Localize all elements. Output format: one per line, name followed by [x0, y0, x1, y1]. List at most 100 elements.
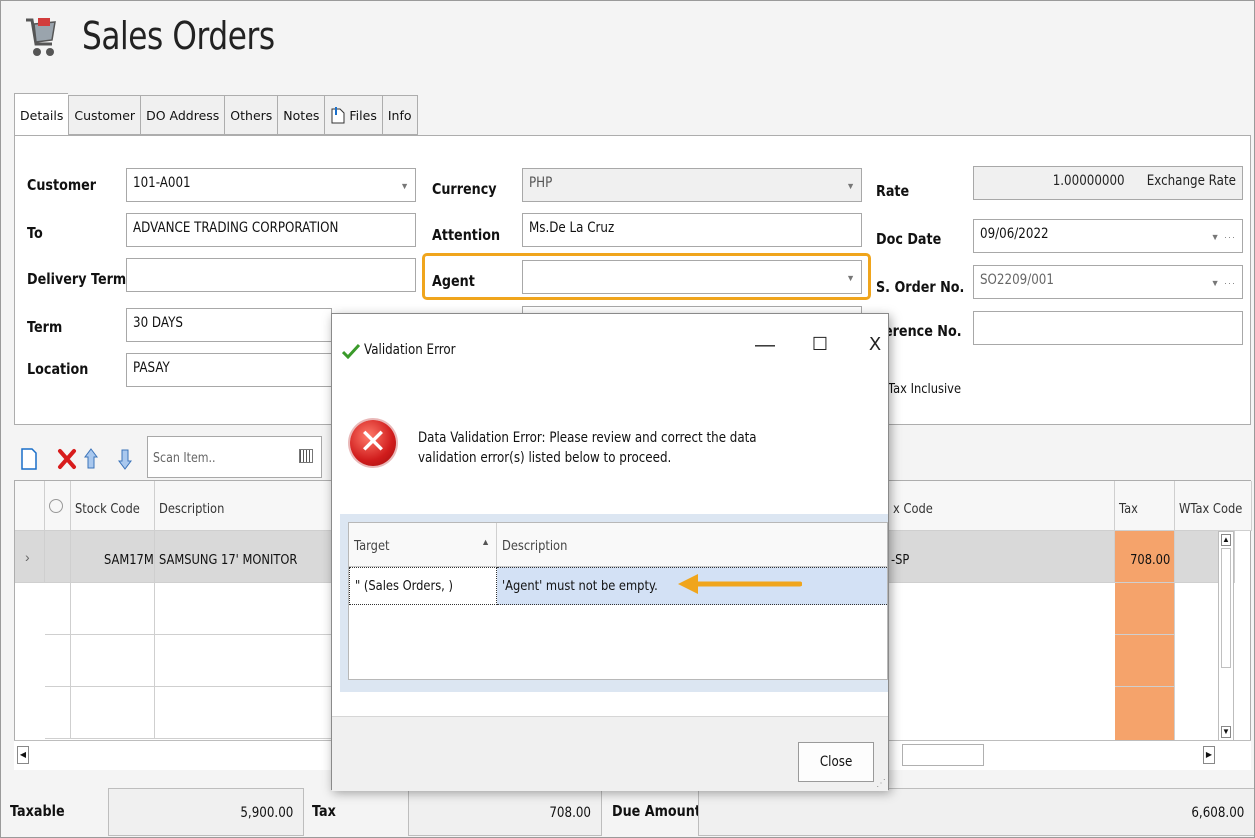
- scroll-right-icon[interactable]: ▶: [1203, 746, 1215, 764]
- to-field[interactable]: ADVANCE TRADING CORPORATION: [126, 213, 416, 247]
- table-row: [1115, 635, 1175, 687]
- scroll-up-icon[interactable]: ▲: [1221, 534, 1231, 546]
- arrow-left-icon: [678, 574, 802, 594]
- term-label: Term: [27, 318, 63, 336]
- table-row-stock-code[interactable]: SAM17MNT: [71, 531, 155, 583]
- attach-file-icon: [331, 107, 345, 124]
- scroll-down-icon[interactable]: ▼: [1221, 726, 1231, 738]
- so-number-field[interactable]: SO2209/001 ▼ ···: [973, 265, 1243, 299]
- barcode-icon[interactable]: [299, 449, 313, 463]
- delivery-term-field[interactable]: [126, 258, 416, 292]
- validation-error-dialog: Validation Error — ☐ X ✕ Data Validation…: [331, 313, 889, 791]
- dialog-titlebar[interactable]: Validation Error — ☐ X: [332, 314, 888, 386]
- error-grid-header-target[interactable]: Target ▲: [349, 523, 497, 567]
- table-row: [45, 687, 71, 739]
- resize-grip-icon[interactable]: ⋰: [876, 778, 886, 789]
- customer-select[interactable]: 101-A001 ▼: [126, 168, 416, 202]
- date-picker-icon[interactable]: ▼ ···: [1211, 232, 1236, 242]
- table-row: [45, 583, 71, 635]
- shopping-cart-icon: [26, 18, 56, 56]
- error-grid: Target ▲ Description " (Sales Orders, ) '…: [348, 522, 888, 680]
- term-field[interactable]: 30 DAYS: [126, 308, 332, 342]
- error-grid-container: Target ▲ Description " (Sales Orders, ) '…: [340, 514, 888, 692]
- tab-files[interactable]: Files: [324, 95, 382, 135]
- dialog-body: ✕ Data Validation Error: Please review a…: [332, 386, 888, 716]
- taxable-label: Taxable: [10, 802, 65, 820]
- tax-inclusive-checkbox[interactable]: Tax Inclusive: [888, 380, 974, 397]
- dialog-title: Validation Error: [364, 342, 456, 358]
- move-down-icon[interactable]: [118, 448, 132, 470]
- table-row: [45, 635, 71, 687]
- doc-date-label: Doc Date: [876, 230, 942, 248]
- close-button[interactable]: Close: [798, 742, 874, 782]
- table-row: [71, 687, 155, 739]
- scan-item-input[interactable]: Scan Item..: [147, 436, 322, 478]
- vertical-scrollbar[interactable]: ▲ ▼: [1218, 531, 1234, 741]
- sort-asc-icon: ▲: [481, 537, 490, 547]
- maximize-icon[interactable]: ☐: [805, 334, 835, 355]
- tab-do-address[interactable]: DO Address: [140, 95, 225, 135]
- grid-header-description[interactable]: Description: [155, 481, 335, 531]
- close-icon[interactable]: X: [860, 334, 890, 355]
- error-row-target[interactable]: " (Sales Orders, ): [349, 567, 497, 605]
- grid-header-tax[interactable]: Tax: [1115, 481, 1175, 531]
- attention-label: Attention: [432, 226, 501, 244]
- table-row: [155, 583, 335, 635]
- to-label: To: [27, 224, 43, 242]
- due-amount-label: Due Amount: [612, 802, 701, 820]
- error-grid-header-description[interactable]: Description: [497, 523, 887, 567]
- scroll-left-icon[interactable]: ◀: [17, 746, 29, 764]
- table-row-description[interactable]: SAMSUNG 17' MONITOR: [155, 531, 335, 583]
- tab-notes[interactable]: Notes: [277, 95, 325, 135]
- tab-info[interactable]: Info: [381, 95, 418, 135]
- grid-header-stock-code[interactable]: Stock Code: [71, 481, 155, 531]
- tab-bar: Details Customer DO Address Others Notes…: [14, 93, 418, 137]
- error-message: Data Validation Error: Please review and…: [418, 430, 757, 466]
- location-label: Location: [27, 360, 89, 378]
- scroll-thumb-h[interactable]: [902, 744, 984, 766]
- table-row: [155, 687, 335, 739]
- doc-date-field[interactable]: 09/06/2022 ▼ ···: [973, 219, 1243, 253]
- checkmark-icon: [342, 343, 360, 359]
- grid-header-indicator: [15, 481, 45, 531]
- error-icon: ✕: [350, 420, 396, 466]
- rate-label: Rate: [876, 182, 910, 200]
- currency-label: Currency: [432, 180, 497, 198]
- move-up-icon[interactable]: [84, 448, 98, 470]
- table-row-tax[interactable]: 708.00: [1115, 531, 1175, 583]
- so-number-label: S. Order No.: [876, 278, 965, 296]
- new-item-icon[interactable]: [21, 448, 37, 470]
- customer-label: Customer: [27, 176, 97, 194]
- table-row: [71, 583, 155, 635]
- reference-field[interactable]: [973, 311, 1243, 345]
- attention-field[interactable]: Ms.De La Cruz: [522, 213, 862, 247]
- scroll-thumb[interactable]: [1221, 548, 1231, 668]
- tab-customer[interactable]: Customer: [68, 95, 141, 135]
- due-amount-value: 6,608.00: [698, 788, 1255, 836]
- location-field[interactable]: PASAY: [126, 353, 332, 387]
- agent-highlight: [422, 253, 871, 300]
- reference-label: erence No.: [884, 322, 962, 340]
- currency-select: PHP ▼: [522, 168, 862, 202]
- tab-others[interactable]: Others: [224, 95, 278, 135]
- table-row: [1115, 583, 1175, 635]
- taxable-value: 5,900.00: [108, 788, 304, 836]
- rate-field: 1.00000000 Exchange Rate: [973, 166, 1243, 200]
- page-title: Sales Orders: [82, 14, 275, 58]
- chevron-down-icon: ▼: [400, 181, 409, 191]
- delete-icon[interactable]: [57, 448, 77, 470]
- minimize-icon[interactable]: —: [750, 334, 780, 357]
- row-indicator-icon: ›: [15, 531, 45, 583]
- chevron-down-icon: ▼: [846, 181, 855, 191]
- more-options-icon[interactable]: ▼ ···: [1211, 278, 1236, 288]
- tab-details[interactable]: Details: [14, 93, 69, 137]
- dialog-footer: Close ⋰: [332, 716, 888, 791]
- delivery-term-label: Delivery Term: [27, 270, 127, 288]
- tax-label: Tax: [312, 802, 336, 820]
- radio-icon: [49, 499, 63, 513]
- table-row-select[interactable]: [45, 531, 71, 583]
- tax-value: 708.00: [408, 788, 602, 836]
- grid-header-select[interactable]: [45, 481, 71, 531]
- grid-header-wtax-code[interactable]: WTax Code: [1175, 481, 1252, 531]
- table-row: [155, 635, 335, 687]
